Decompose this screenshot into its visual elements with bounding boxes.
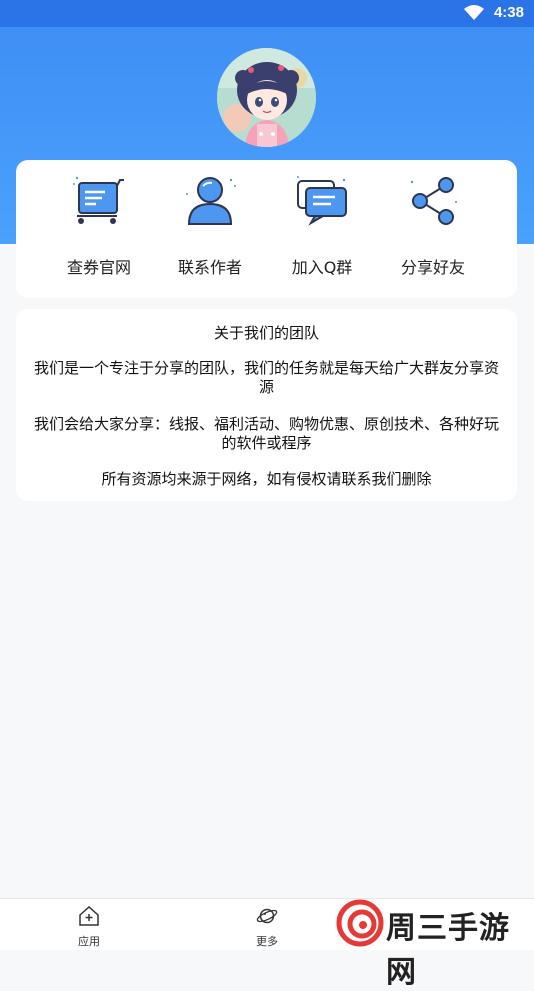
menu-item-label: 分享好友 <box>400 258 465 277</box>
share-icon <box>410 177 457 225</box>
about-paragraph-disclaimer: 所有资源均来源于网络，如有侵权请联系我们删除 <box>101 470 432 488</box>
about-card: 关于我们的团队 我们是一个专注于分享的团队，我们的任务就是每天给广大群友分享资 … <box>16 309 517 501</box>
menu-item-share-friends[interactable]: 分享好友 <box>378 174 488 284</box>
clock-time: 4:38 <box>493 4 524 21</box>
anime-girl-avatar <box>217 48 316 147</box>
planet-icon <box>256 908 278 924</box>
watermark-text: 周三手游网 <box>386 911 510 990</box>
cart-icon <box>73 176 124 224</box>
about-title: 关于我们的团队 <box>213 324 319 342</box>
menu-item-join-qq-group[interactable]: 加入Q群 <box>267 174 377 284</box>
wifi-icon <box>464 5 484 20</box>
about-paragraph-content: 我们会给大家分享：线报、福利活动、购物优惠、原创技术、各种好玩 的软件或程序 <box>33 415 499 452</box>
status-bar: 4:38 <box>0 0 534 27</box>
menu-item-contact-author[interactable]: 联系作者 <box>155 174 265 284</box>
nav-item-label: 应用 <box>78 935 100 948</box>
nav-item-apps[interactable]: 应用 <box>54 903 124 949</box>
watermark-logo: 周三手游网 <box>336 899 532 990</box>
menu-item-label: 加入Q群 <box>291 258 353 277</box>
spiral-logo-icon <box>336 899 384 947</box>
menu-item-label: 查券官网 <box>66 258 131 277</box>
avatar[interactable] <box>217 48 316 147</box>
person-icon <box>186 177 236 225</box>
menu-card: 查券官网 联系作者 加入Q群 分享好友 <box>16 160 517 298</box>
menu-item-label: 联系作者 <box>177 258 242 277</box>
menu-item-coupon-site[interactable]: 查券官网 <box>44 174 154 284</box>
nav-item-more[interactable]: 更多 <box>232 903 302 949</box>
nav-item-label: 更多 <box>256 935 278 948</box>
home-plus-icon <box>79 905 99 926</box>
chat-icon <box>297 176 347 226</box>
about-paragraph-mission: 我们是一个专注于分享的团队，我们的任务就是每天给广大群友分享资 源 <box>33 359 499 396</box>
